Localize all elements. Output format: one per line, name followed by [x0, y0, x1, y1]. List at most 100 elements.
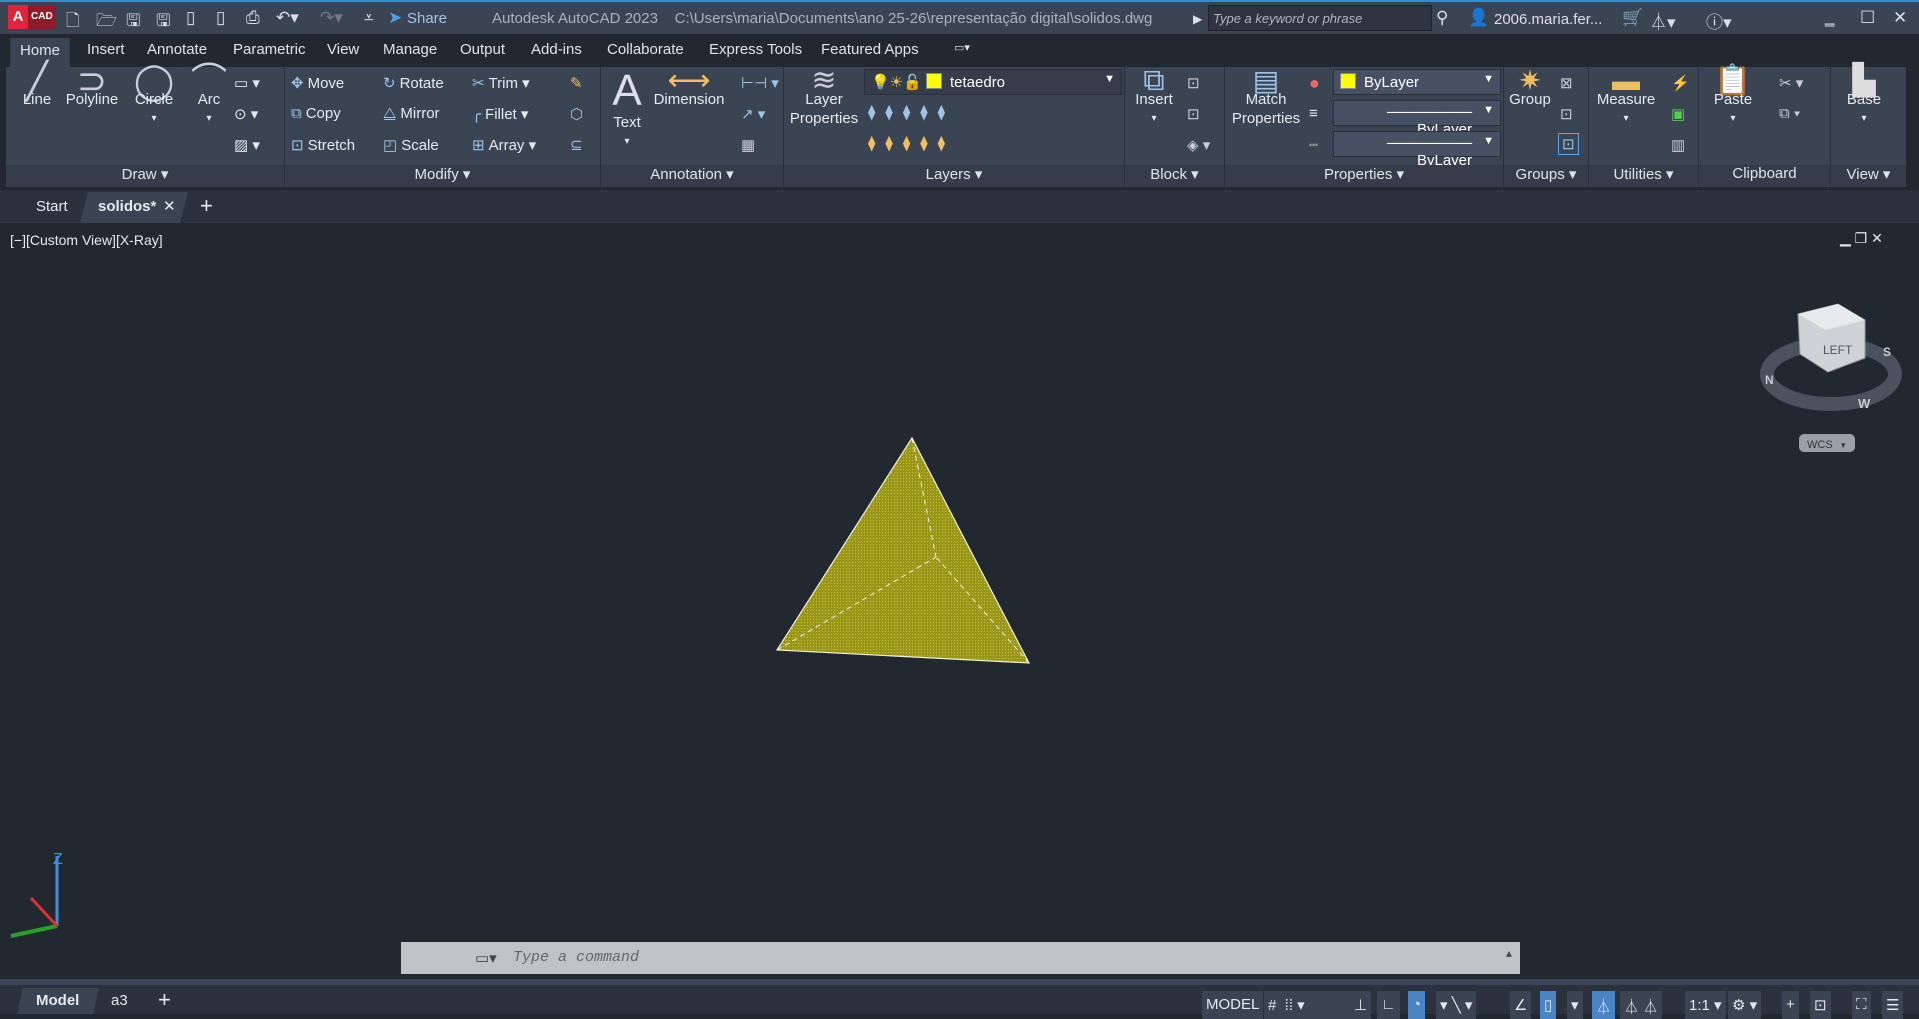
draw-panel-label[interactable]: Draw ▾	[6, 165, 284, 187]
edit-block-icon[interactable]: ⊡	[1187, 105, 1200, 123]
ortho-icon[interactable]: ∟	[1377, 991, 1400, 1019]
customize-status-icon[interactable]: ☰	[1882, 991, 1904, 1019]
tab-manage[interactable]: Manage	[383, 41, 437, 58]
open-web-icon[interactable]: ▯	[186, 8, 195, 28]
explode-icon[interactable]: ⬡	[570, 105, 583, 123]
quick-select-icon[interactable]: ⚡	[1671, 74, 1690, 92]
properties-panel-label[interactable]: Properties ▾	[1225, 165, 1503, 187]
paste-button[interactable]: 📋 Paste ▾	[1705, 66, 1761, 128]
save-as-icon[interactable]: 🖫	[156, 8, 170, 37]
annotation-panel-label[interactable]: Annotation ▾	[601, 165, 783, 187]
linetype-dropdown[interactable]: ──────── ByLayer ▼	[1333, 131, 1501, 169]
autoscale-icon[interactable]: ⏃ ⏃	[1620, 991, 1663, 1019]
tab-insert[interactable]: Insert	[87, 41, 125, 58]
help-icon[interactable]: ⓘ▾	[1706, 8, 1732, 33]
annotation-scale[interactable]: 1:1 ▾	[1685, 991, 1726, 1019]
tetrahedron-solid[interactable]	[775, 436, 1031, 664]
share-button[interactable]: ➤ Share	[388, 8, 447, 28]
tab-annotate[interactable]: Annotate	[147, 41, 207, 58]
layer-tools-row-1[interactable]: ⧫⧫⧫⧫⧫	[868, 103, 955, 121]
expand-search-icon[interactable]: ▶	[1193, 12, 1202, 26]
tab-model[interactable]: Model	[36, 992, 79, 1009]
command-input[interactable]: ▭▾ Type a command ▲	[401, 942, 1520, 974]
leader-icon[interactable]: ↗ ▾	[741, 105, 765, 123]
search-input[interactable]: Type a keyword or phrase	[1208, 5, 1432, 31]
table-icon[interactable]: ▦	[741, 136, 755, 154]
tab-express-tools[interactable]: Express Tools	[709, 41, 802, 58]
text-button[interactable]: A Text ▾	[607, 69, 647, 151]
save-web-icon[interactable]: ▯	[216, 8, 225, 28]
group-selection-icon[interactable]: ⊡	[1558, 133, 1579, 155]
ungroup-icon[interactable]: ⊠	[1560, 74, 1573, 92]
app-logo[interactable]: A CAD	[8, 5, 56, 29]
layers-panel-label[interactable]: Layers ▾	[784, 165, 1124, 187]
modify-panel-label[interactable]: Modify ▾	[285, 165, 600, 187]
cut-icon[interactable]: ✂ ▾	[1779, 74, 1803, 92]
undo-icon[interactable]: ↶▾	[276, 8, 299, 28]
user-icon[interactable]: 👤	[1468, 8, 1489, 28]
match-properties-button[interactable]: ▤ Match Properties	[1229, 67, 1303, 128]
line-button[interactable]: ╱ Line	[10, 63, 64, 109]
tab-add-ins[interactable]: Add-ins	[531, 41, 582, 58]
close-button[interactable]: ✕	[1893, 8, 1907, 28]
user-menu[interactable]: 2006.maria.fer...	[1494, 11, 1602, 28]
tab-view[interactable]: View	[327, 41, 359, 58]
tab-collaborate[interactable]: Collaborate	[607, 41, 684, 58]
workspace-gear-icon[interactable]: ⚙ ▾	[1728, 991, 1762, 1019]
close-tab-icon[interactable]: ✕	[163, 197, 176, 215]
ellipse-icon[interactable]: ⊙ ▾	[234, 105, 258, 123]
block-panel-label[interactable]: Block ▾	[1125, 165, 1224, 187]
dimension-button[interactable]: ⟷ Dimension	[651, 66, 727, 109]
view-panel-label[interactable]: View ▾	[1831, 165, 1906, 187]
annotation-visibility-icon[interactable]: ⏃	[1592, 991, 1616, 1019]
cart-icon[interactable]: 🛒	[1622, 8, 1643, 28]
erase-icon[interactable]: ✎	[570, 74, 583, 92]
attribute-icon[interactable]: ◈ ▾	[1187, 136, 1210, 154]
offset-icon[interactable]: ⊆	[570, 136, 583, 154]
rectangle-icon[interactable]: ▭ ▾	[234, 74, 260, 92]
tab-output[interactable]: Output	[460, 41, 505, 58]
layer-dropdown[interactable]: 💡☀🔓 tetaedro ▼	[864, 69, 1122, 95]
group-edit-icon[interactable]: ⊡	[1560, 105, 1573, 123]
tab-start[interactable]: Start	[36, 198, 68, 215]
minimize-button[interactable]: ‗	[1825, 8, 1834, 28]
new-tab-icon[interactable]: +	[200, 193, 213, 219]
isodraft-icon[interactable]: ∠	[1510, 991, 1532, 1019]
rotate-button[interactable]: ↻ Rotate	[383, 74, 444, 92]
arc-button[interactable]: ⌒ Arc ▾	[182, 63, 236, 128]
hatch-icon[interactable]: ▨ ▾	[234, 136, 260, 154]
drawing-viewport[interactable]: [−][Custom View][X-Ray] ▁ ❐ ✕ Z LEFT N S…	[3, 226, 1916, 979]
command-history-icon[interactable]: ▲	[1506, 950, 1512, 961]
new-layout-icon[interactable]: +	[158, 987, 171, 1013]
annotation-monitor-icon[interactable]: +	[1782, 991, 1799, 1019]
mirror-button[interactable]: ⧋ Mirror	[383, 105, 440, 122]
wcs-menu[interactable]: WCS ▾	[1799, 434, 1855, 452]
tab-parametric[interactable]: Parametric	[233, 41, 306, 58]
infer-constraints-icon[interactable]: ⊥	[1350, 991, 1372, 1019]
array-button[interactable]: ⊞ Array ▾	[472, 136, 536, 154]
fullscreen-icon[interactable]: ⛶	[1852, 991, 1871, 1019]
layer-properties-button[interactable]: ≋ Layer Properties	[788, 66, 860, 128]
base-button[interactable]: ▙ Base ▾	[1839, 66, 1889, 128]
polyline-button[interactable]: ⊃ Polyline	[58, 63, 126, 109]
fillet-button[interactable]: ╭ Fillet ▾	[472, 105, 528, 123]
customize-icon[interactable]: ⩡	[364, 8, 374, 28]
insert-button[interactable]: ⧉ Insert ▾	[1129, 66, 1179, 128]
clipboard-panel-label[interactable]: Clipboard	[1699, 165, 1830, 187]
autodesk-app-icon[interactable]: ⏃▾	[1650, 8, 1676, 33]
save-icon[interactable]: 🖫	[126, 8, 140, 37]
lineweight-dropdown[interactable]: ──────── ByLayer ▼	[1333, 100, 1501, 138]
maximize-button[interactable]: ☐	[1860, 8, 1875, 28]
tab-a3[interactable]: a3	[111, 992, 128, 1009]
model-space-button[interactable]: MODEL	[1202, 991, 1264, 1019]
calculator-icon[interactable]: ▥	[1671, 136, 1685, 154]
polar-menu-icon[interactable]: ▾ ╲ ▾	[1436, 991, 1477, 1019]
recent-commands-icon[interactable]: ▭▾	[475, 949, 497, 968]
scale-button[interactable]: ◰ Scale	[383, 136, 439, 154]
group-button[interactable]: ✷ Group	[1506, 67, 1554, 109]
units-icon[interactable]: ⊡	[1810, 991, 1831, 1019]
ribbon-state-toggle[interactable]: ▭▾	[954, 41, 970, 54]
trim-button[interactable]: ✂ Trim ▾	[472, 74, 530, 92]
viewcube[interactable]: LEFT N S W	[1760, 303, 1902, 411]
plot-icon[interactable]: ⎙	[246, 8, 260, 28]
